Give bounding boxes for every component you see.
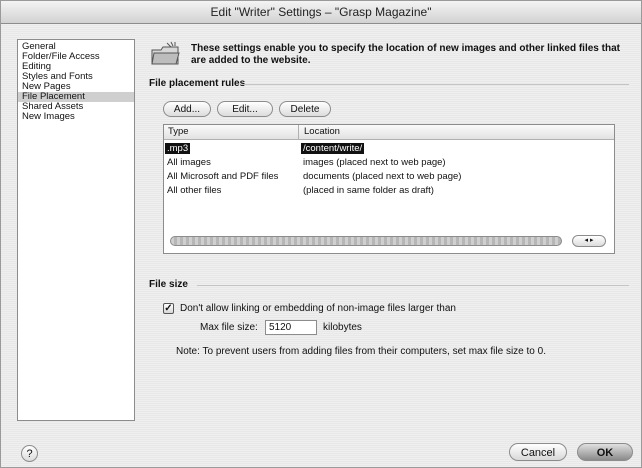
- scroll-arrows-icon[interactable]: ◂ ▸: [572, 235, 606, 247]
- table-row[interactable]: All images images (placed next to web pa…: [164, 156, 614, 169]
- cancel-button[interactable]: Cancel: [509, 443, 567, 461]
- ok-button[interactable]: OK: [577, 443, 633, 461]
- folder-icon: [149, 41, 181, 67]
- row-type: All images: [167, 157, 211, 168]
- row-location: images (placed next to web page): [303, 157, 446, 168]
- max-file-size-input[interactable]: 5120: [265, 320, 317, 335]
- column-header-location[interactable]: Location: [304, 126, 340, 137]
- table-row[interactable]: All other files (placed in same folder a…: [164, 184, 614, 197]
- column-header-type[interactable]: Type: [168, 126, 189, 137]
- delete-button[interactable]: Delete: [279, 101, 331, 117]
- window-title: Edit "Writer" Settings – "Grasp Magazine…: [1, 1, 641, 24]
- sidebar-item-new-images[interactable]: New Images: [18, 112, 134, 122]
- header-description: These settings enable you to specify the…: [191, 43, 620, 66]
- table-row[interactable]: .mp3 /content/write/: [164, 142, 614, 155]
- table-header: Type Location: [164, 125, 614, 140]
- horizontal-scrollbar[interactable]: ◂ ▸: [168, 235, 610, 249]
- scrollbar-thumb[interactable]: [170, 236, 562, 246]
- row-type: All other files: [167, 185, 222, 196]
- note-text: Note: To prevent users from adding files…: [176, 346, 546, 357]
- file-size-section-label: File size: [149, 279, 188, 290]
- help-button[interactable]: ?: [21, 445, 38, 462]
- sidebar: General Folder/File Access Editing Style…: [17, 39, 135, 421]
- size-limit-label: Don't allow linking or embedding of non-…: [180, 303, 456, 314]
- settings-window: Edit "Writer" Settings – "Grasp Magazine…: [0, 0, 642, 468]
- row-location: (placed in same folder as draft): [303, 185, 434, 196]
- add-button[interactable]: Add...: [163, 101, 211, 117]
- placement-rules-table: Type Location .mp3 /content/write/ All i…: [163, 124, 615, 254]
- column-separator: [298, 125, 299, 139]
- row-location: documents (placed next to web page): [303, 171, 462, 182]
- table-row[interactable]: All Microsoft and PDF files documents (p…: [164, 170, 614, 183]
- row-type: .mp3: [165, 143, 191, 154]
- unit-label: kilobytes: [323, 322, 362, 333]
- row-type: All Microsoft and PDF files: [167, 171, 279, 182]
- row-location: /content/write/: [301, 143, 365, 154]
- file-placement-section-label: File placement rules: [149, 78, 246, 89]
- max-file-size-label: Max file size:: [200, 322, 258, 333]
- edit-button[interactable]: Edit...: [217, 101, 273, 117]
- size-limit-checkbox[interactable]: ✓: [163, 303, 174, 314]
- section-divider: [241, 84, 629, 85]
- section-divider: [197, 285, 629, 286]
